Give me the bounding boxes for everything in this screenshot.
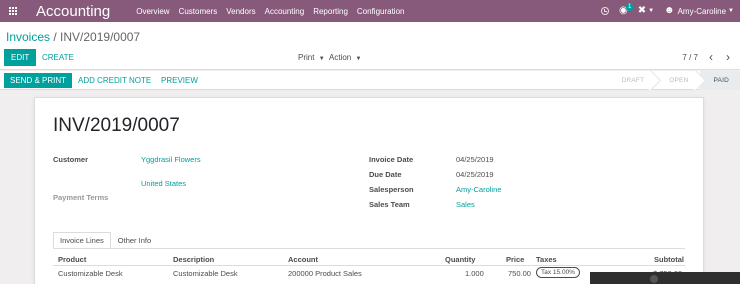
apps-menu-icon[interactable] (2, 0, 24, 22)
col-product[interactable]: Product (58, 255, 86, 264)
invoice-form-sheet: INV/2019/0007 Customer Yggdrasil Flowers… (34, 97, 704, 284)
col-quantity[interactable]: Quantity (445, 255, 475, 264)
debug-menu[interactable]: ✖ ▼ (638, 6, 654, 16)
sales-team-label: Sales Team (369, 200, 410, 209)
edit-button[interactable]: EDIT (4, 49, 37, 66)
line-product[interactable]: Customizable Desk (58, 269, 123, 278)
control-panel: Invoices / INV/2019/0007 EDIT CREATE Pri… (0, 22, 740, 70)
chevron-down-icon: ▼ (318, 56, 325, 62)
tax-tag[interactable]: Tax 15.00% (536, 267, 580, 278)
table-header-divider (53, 265, 685, 266)
pager-next-icon[interactable]: › (726, 49, 730, 66)
status-stages: DRAFT OPEN PAID (608, 71, 740, 90)
breadcrumb: Invoices / INV/2019/0007 (6, 30, 140, 44)
due-date-value: 04/25/2019 (456, 170, 494, 179)
salesperson-label: Salesperson (369, 185, 414, 194)
status-bar: SEND & PRINT ADD CREDIT NOTE PREVIEW DRA… (0, 71, 740, 90)
customer-label: Customer (53, 155, 89, 164)
breadcrumb-separator: / (50, 30, 61, 44)
create-button[interactable]: CREATE (42, 49, 74, 66)
pager-value[interactable]: 7 / 7 (682, 49, 698, 66)
print-dropdown[interactable]: Print ▼ (298, 49, 325, 68)
line-description[interactable]: Customizable Desk (173, 269, 238, 278)
print-label: Print (298, 53, 315, 62)
menu-reporting[interactable]: Reporting (313, 7, 348, 16)
col-account[interactable]: Account (288, 255, 318, 264)
user-name: Amy-Caroline (677, 6, 727, 16)
tab-invoice-lines[interactable]: Invoice Lines (53, 232, 111, 249)
invoice-number-title: INV/2019/0007 (53, 115, 180, 136)
menu-customers[interactable]: Customers (179, 7, 218, 16)
col-price[interactable]: Price (506, 255, 524, 264)
customer-country: United States (141, 179, 187, 188)
invoice-date-label: Invoice Date (369, 155, 414, 164)
messaging-menu[interactable]: ◉ 1 (619, 3, 634, 16)
chat-count-badge: 1 (625, 3, 634, 11)
stage-draft: DRAFT (608, 71, 656, 90)
tab-divider (53, 248, 685, 249)
breadcrumb-current: INV/2019/0007 (60, 30, 141, 44)
menu-vendors[interactable]: Vendors (226, 7, 255, 16)
col-taxes[interactable]: Taxes (536, 255, 557, 264)
top-navbar: Accounting Overview Customers Vendors Ac… (0, 0, 740, 22)
due-date-label: Due Date (369, 170, 402, 179)
action-dropdown[interactable]: Action ▼ (329, 49, 361, 68)
line-quantity[interactable]: 1.000 (465, 269, 484, 278)
menu-configuration[interactable]: Configuration (357, 7, 405, 16)
stage-open: OPEN (655, 71, 699, 90)
line-price[interactable]: 750.00 (508, 269, 531, 278)
notebook-tabs: Invoice Lines Other Info (53, 232, 158, 249)
breadcrumb-invoices[interactable]: Invoices (6, 30, 50, 44)
action-label: Action (329, 53, 352, 62)
send-and-print-button[interactable]: SEND & PRINT (4, 73, 73, 88)
menu-overview[interactable]: Overview (136, 7, 169, 16)
chevron-down-icon: ▼ (648, 8, 655, 14)
chevron-down-icon: ▼ (355, 56, 362, 62)
tab-other-info[interactable]: Other Info (111, 232, 158, 249)
payment-terms-label: Payment Terms (53, 193, 109, 202)
add-credit-note-button[interactable]: ADD CREDIT NOTE (78, 73, 151, 88)
screen-overlay (590, 272, 740, 284)
sales-team-link[interactable]: Sales (456, 200, 475, 209)
col-subtotal[interactable]: Subtotal (654, 255, 684, 264)
user-icon: ☻ (664, 5, 675, 16)
app-name[interactable]: Accounting (36, 3, 110, 20)
pager-previous-icon[interactable]: ‹ (709, 49, 713, 66)
menu-accounting[interactable]: Accounting (265, 7, 305, 16)
col-description[interactable]: Description (173, 255, 214, 264)
salesperson-link[interactable]: Amy-Caroline (456, 185, 501, 194)
customer-link[interactable]: Yggdrasil Flowers (141, 155, 201, 164)
bug-icon: ✖ (637, 5, 647, 16)
line-account[interactable]: 200000 Product Sales (288, 269, 362, 278)
chevron-down-icon: ▼ (728, 8, 734, 14)
activity-clock-icon[interactable] (600, 7, 609, 15)
user-menu[interactable]: ☻ Amy-Caroline ▼ (664, 6, 734, 16)
preview-button[interactable]: PREVIEW (161, 73, 198, 88)
invoice-date-value: 04/25/2019 (456, 155, 494, 164)
